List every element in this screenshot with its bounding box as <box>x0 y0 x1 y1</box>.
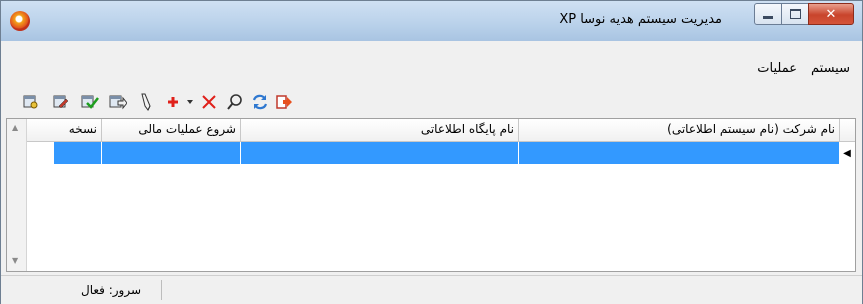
menu-bar: سیستم عملیات <box>1 58 862 82</box>
column-header-company-name[interactable]: نام شرکت (نام سیستم اطلاعاتی) <box>518 119 839 141</box>
refresh-icon[interactable] <box>251 93 269 111</box>
cell-version[interactable] <box>53 142 101 164</box>
status-bar: سرور: فعال <box>1 275 862 304</box>
maximize-icon <box>789 9 801 19</box>
db-edit-icon[interactable] <box>53 93 69 111</box>
scroll-down-icon[interactable]: ▼ <box>12 256 18 265</box>
column-header-fiscal-start[interactable]: شروع عملیات مالی <box>101 119 240 141</box>
menu: سیستم عملیات <box>743 61 850 76</box>
vertical-scrollbar[interactable]: ▲ ▼ <box>7 119 27 271</box>
db-check-icon[interactable] <box>81 93 99 111</box>
window-title: مدیریت سیستم هدیه نوسا XP <box>559 12 722 27</box>
cell-company-name[interactable] <box>518 142 839 164</box>
exit-icon[interactable] <box>275 93 293 111</box>
window-controls: ✕ <box>754 3 854 25</box>
cell-database-name[interactable] <box>240 142 518 164</box>
menu-item-operations[interactable]: عملیات <box>757 61 797 76</box>
db-export-icon[interactable] <box>109 93 127 111</box>
title-bar[interactable]: مدیریت سیستم هدیه نوسا XP ✕ <box>1 1 862 41</box>
status-separator <box>161 280 162 300</box>
cell-fiscal-start[interactable] <box>101 142 240 164</box>
main-window: مدیریت سیستم هدیه نوسا XP ✕ سیستم عملیات <box>0 0 863 304</box>
minimize-button[interactable] <box>754 3 782 25</box>
add-icon[interactable] <box>165 93 181 111</box>
db-key-icon[interactable] <box>23 93 39 111</box>
column-header-version[interactable]: نسخه <box>53 119 101 141</box>
column-header-database-name[interactable]: نام پایگاه اطلاعاتی <box>240 119 518 141</box>
row-indicator-header <box>839 119 855 141</box>
dropdown-arrow-icon[interactable] <box>185 93 195 111</box>
scroll-up-icon[interactable]: ▲ <box>12 123 18 132</box>
table-row[interactable]: ◀ <box>27 142 855 164</box>
close-button[interactable]: ✕ <box>808 3 854 25</box>
close-icon: ✕ <box>825 6 837 22</box>
minimize-icon <box>763 15 773 19</box>
menu-item-system[interactable]: سیستم <box>811 61 850 76</box>
toolbar <box>1 89 862 115</box>
app-logo-icon[interactable] <box>10 11 30 31</box>
data-grid[interactable]: ▲ ▼ نام شرکت (نام سیستم اطلاعاتی) نام پا… <box>6 118 856 272</box>
server-status: سرور: فعال <box>81 283 142 297</box>
grid-header: نام شرکت (نام سیستم اطلاعاتی) نام پایگاه… <box>27 119 855 142</box>
current-row-icon: ◀ <box>839 142 855 164</box>
search-icon[interactable] <box>227 93 243 111</box>
pencil-icon[interactable] <box>139 93 153 111</box>
delete-icon[interactable] <box>201 93 217 111</box>
maximize-button[interactable] <box>781 3 809 25</box>
